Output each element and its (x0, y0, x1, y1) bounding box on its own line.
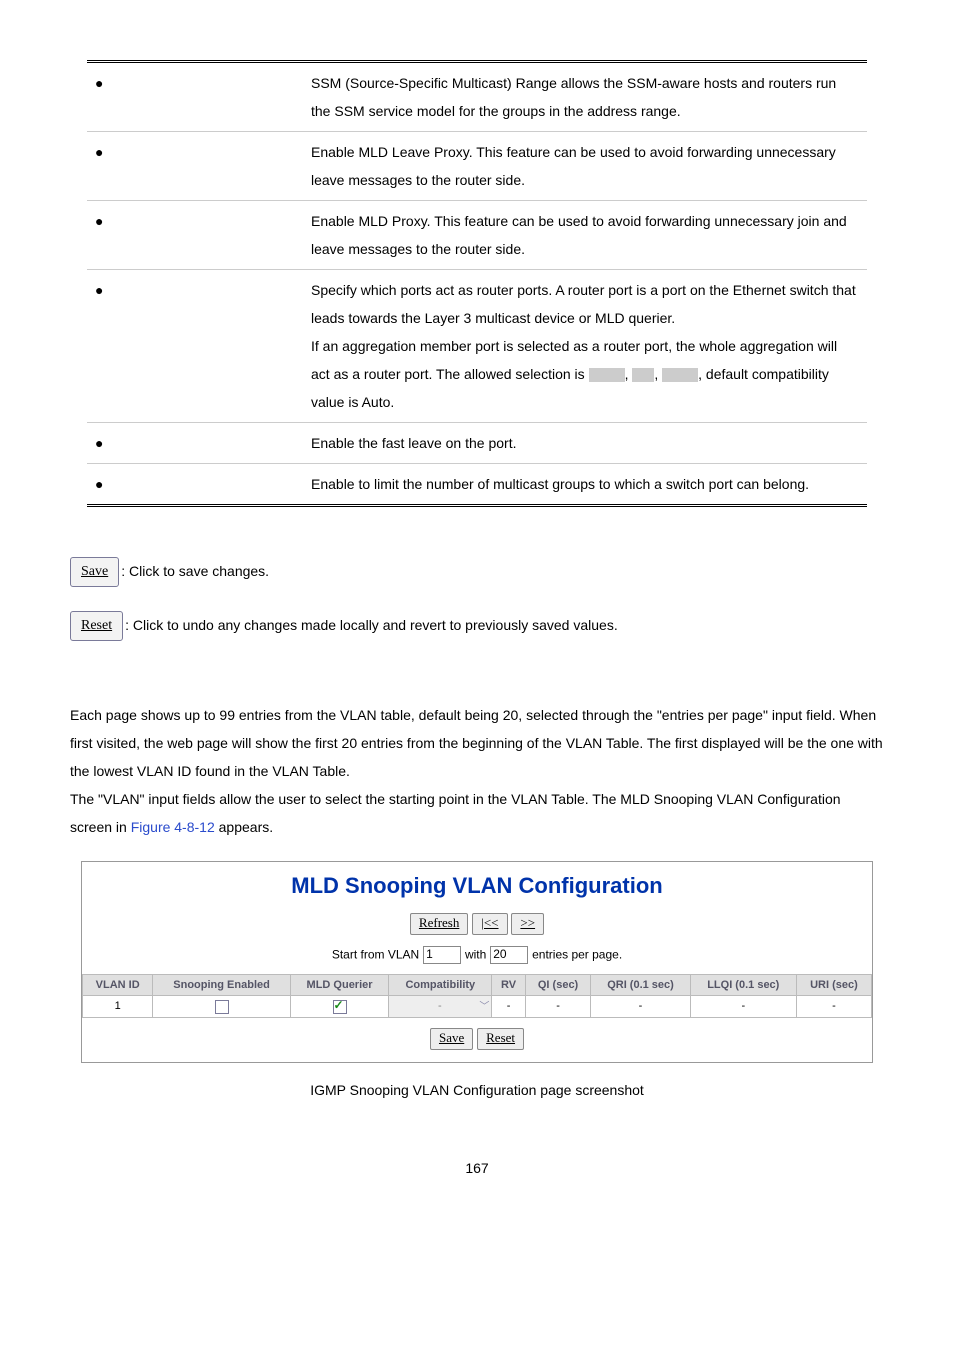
col-header: QI (sec) (525, 975, 591, 996)
col-header: Snooping Enabled (153, 975, 291, 996)
vlan-id-cell: 1 (83, 996, 153, 1017)
section-body: Each page shows up to 99 entries from th… (70, 701, 884, 841)
param-desc: Enable MLD Proxy. This feature can be us… (303, 201, 867, 270)
snooping-checkbox[interactable] (215, 1000, 229, 1014)
save-button-img: Save (70, 557, 119, 587)
placeholder-box (662, 368, 698, 382)
next-page-button[interactable]: >> (511, 913, 544, 935)
reset-desc: : Click to undo any changes made locally… (125, 617, 618, 633)
qri-cell: - (591, 996, 690, 1017)
querier-checkbox[interactable] (333, 1000, 347, 1014)
compatibility-select[interactable]: -﹀ (389, 996, 492, 1017)
save-button[interactable]: Save (430, 1028, 473, 1050)
vlan-config-table: VLAN ID Snooping Enabled MLD Querier Com… (82, 974, 872, 1018)
parameter-table: ● SSM (Source-Specific Multicast) Range a… (87, 60, 867, 507)
figure-ref-link[interactable]: Figure 4-8-12 (131, 819, 215, 835)
rv-cell: - (492, 996, 525, 1017)
placeholder-box (589, 368, 625, 382)
figure-caption: IGMP Snooping VLAN Configuration page sc… (40, 1081, 914, 1099)
table-row: 1 -﹀ - - - - - (83, 996, 872, 1017)
col-header: RV (492, 975, 525, 996)
bullet: ● (95, 75, 103, 91)
col-header: LLQI (0.1 sec) (690, 975, 796, 996)
param-desc: Enable the fast leave on the port. (303, 423, 867, 464)
param-desc: Specify which ports act as router ports.… (303, 270, 867, 423)
entries-label: entries per page. (532, 947, 622, 961)
refresh-button[interactable]: Refresh (410, 913, 468, 935)
col-header: QRI (0.1 sec) (591, 975, 690, 996)
col-header: VLAN ID (83, 975, 153, 996)
col-header: MLD Querier (290, 975, 388, 996)
reset-button-img: Reset (70, 611, 123, 641)
with-label: with (465, 947, 486, 961)
col-header: URI (sec) (796, 975, 871, 996)
page-number: 167 (40, 1159, 914, 1177)
start-vlan-input[interactable]: 1 (423, 946, 461, 964)
save-desc: : Click to save changes. (121, 563, 269, 579)
param-desc: Enable to limit the number of multicast … (303, 464, 867, 506)
bullet: ● (95, 213, 103, 229)
chevron-down-icon: ﹀ (479, 1000, 489, 1013)
first-page-button[interactable]: |<< (472, 913, 507, 935)
qi-cell: - (525, 996, 591, 1017)
llqi-cell: - (690, 996, 796, 1017)
param-desc: SSM (Source-Specific Multicast) Range al… (303, 62, 867, 132)
reset-button[interactable]: Reset (477, 1028, 524, 1050)
bullet: ● (95, 282, 103, 298)
param-desc: Enable MLD Leave Proxy. This feature can… (303, 132, 867, 201)
screenshot-title: MLD Snooping VLAN Configuration (82, 872, 872, 901)
col-header: Compatibility (389, 975, 492, 996)
bullet: ● (95, 435, 103, 451)
bullet: ● (95, 476, 103, 492)
entries-input[interactable]: 20 (490, 946, 528, 964)
uri-cell: - (796, 996, 871, 1017)
bullet: ● (95, 144, 103, 160)
config-screenshot: MLD Snooping VLAN Configuration Refresh … (81, 861, 873, 1062)
placeholder-box (632, 368, 654, 382)
buttons-description: Save: Click to save changes. Reset: Clic… (70, 557, 914, 641)
start-from-label: Start from VLAN (332, 947, 419, 961)
